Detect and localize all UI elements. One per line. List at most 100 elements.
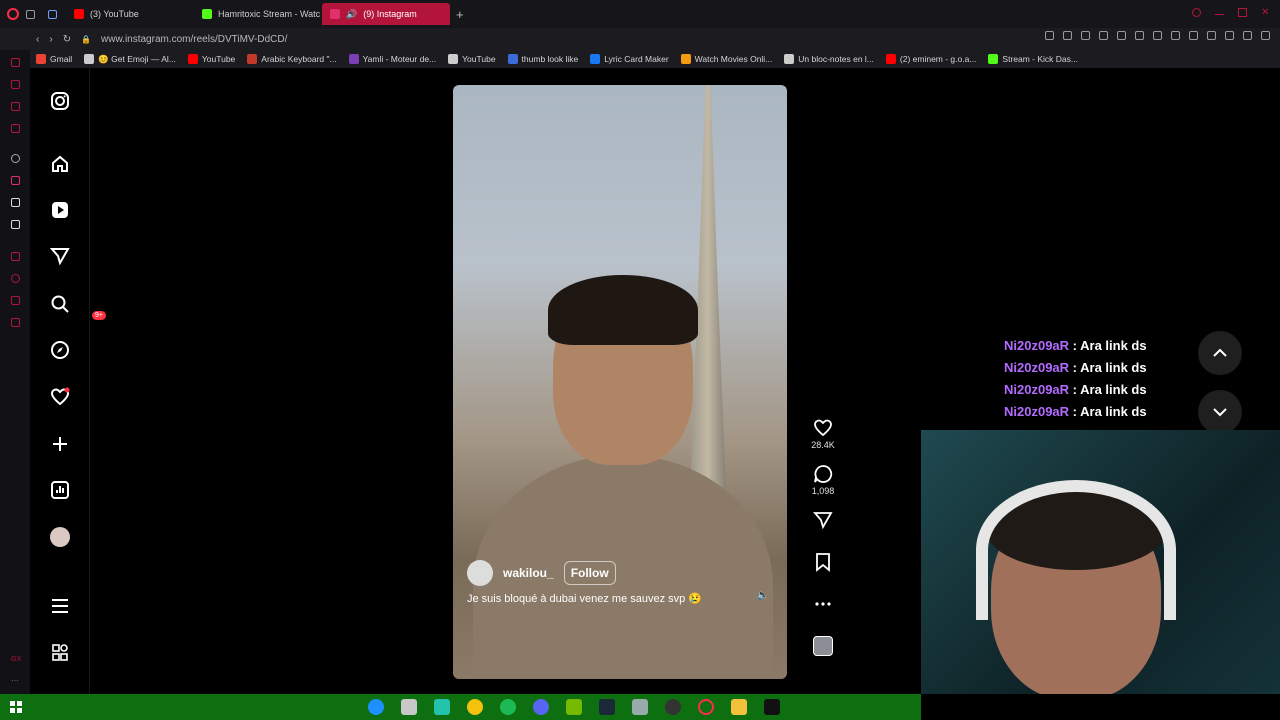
more-icon[interactable]: ··· (11, 676, 20, 685)
opera-gx-icon[interactable] (698, 699, 714, 715)
opera-logo-icon[interactable] (0, 8, 26, 20)
battery-icon[interactable] (1189, 31, 1198, 40)
explore-icon[interactable] (50, 340, 70, 360)
bookmark-lyric[interactable]: Lyric Card Maker (590, 54, 669, 64)
comment-icon[interactable] (813, 464, 833, 484)
news-icon[interactable] (11, 124, 20, 133)
instagram-sidebar-icon[interactable] (11, 176, 20, 185)
tiktok-icon[interactable] (11, 198, 20, 207)
previous-reel-button[interactable] (1198, 331, 1242, 375)
next-reel-button[interactable] (1198, 390, 1242, 434)
bookmark-label: thumb look like (521, 54, 579, 64)
maximize-icon[interactable] (1238, 8, 1247, 17)
instagram-logo-icon[interactable] (50, 91, 70, 111)
heart-icon[interactable] (1117, 31, 1126, 40)
search-tabs-icon[interactable] (1192, 8, 1201, 17)
home-icon[interactable] (50, 154, 70, 174)
volume-icon[interactable]: 🔈 (757, 590, 769, 601)
app-icon[interactable] (401, 699, 417, 715)
bookmark-eminem[interactable]: (2) eminem - g.o.a... (885, 54, 976, 64)
x-icon[interactable] (11, 220, 20, 229)
nvidia-icon[interactable] (566, 699, 582, 715)
facebook-icon (590, 54, 601, 64)
dashboard-icon[interactable] (50, 480, 70, 500)
tab-kick[interactable]: Hamritoxic Stream - Watc (194, 3, 322, 25)
snapshot-icon[interactable] (1081, 31, 1090, 40)
ai-icon[interactable] (1171, 31, 1180, 40)
extensions-icon[interactable] (1207, 31, 1216, 40)
bookmark-yamli[interactable]: Yamli - Moteur de... (348, 54, 436, 64)
author-username[interactable]: wakilou_ (503, 566, 554, 580)
tab-youtube[interactable]: (3) YouTube (66, 3, 194, 25)
chatgpt-icon[interactable] (11, 154, 20, 163)
bookmark-movies[interactable]: Watch Movies Onli... (680, 54, 772, 64)
menu-hamburger-icon[interactable] (50, 596, 70, 616)
feed-icon[interactable] (1153, 31, 1162, 40)
app-icon[interactable] (434, 699, 450, 715)
reel-video[interactable]: wakilou_ Follow Je suis bloqué à dubai v… (453, 85, 787, 679)
menu-icon[interactable] (1261, 31, 1270, 40)
windows-start-icon[interactable] (10, 701, 22, 713)
tab-manager-icon[interactable] (26, 9, 48, 19)
tab-instagram[interactable]: 🔊 (9) Instagram (322, 3, 450, 25)
bookmark-label: Stream - Kick Das... (1002, 54, 1078, 64)
messages-icon[interactable] (50, 246, 70, 266)
search-icon[interactable] (50, 294, 70, 314)
play-icon[interactable] (1135, 31, 1144, 40)
chat-line: Ni20z09aR : Ara link ds (1004, 382, 1147, 397)
save-bookmark-icon[interactable] (813, 552, 833, 572)
zoom-icon[interactable] (1045, 31, 1054, 40)
like-heart-icon[interactable] (813, 418, 833, 438)
forward-icon[interactable]: › (49, 34, 52, 45)
aria-icon[interactable] (11, 58, 20, 67)
steam-icon[interactable] (599, 699, 615, 715)
chat-line: Ni20z09aR : Ara link ds (1004, 360, 1147, 375)
discord-icon[interactable] (533, 699, 549, 715)
account-icon[interactable] (1225, 31, 1234, 40)
edge-icon[interactable] (368, 699, 384, 715)
download-icon[interactable] (1243, 31, 1252, 40)
bookmark-notes[interactable]: Un bloc-notes en l... (784, 54, 874, 64)
notifications-heart-icon[interactable] (50, 387, 70, 407)
whatsapp-icon[interactable] (11, 102, 20, 111)
bookmark-gmail[interactable]: Gmail (36, 54, 72, 64)
more-options-icon[interactable] (813, 594, 833, 614)
new-tab-button[interactable]: + (456, 7, 464, 22)
bell-icon[interactable] (11, 252, 20, 261)
messenger-icon[interactable] (11, 80, 20, 89)
bookmark-youtube[interactable]: YouTube (187, 54, 235, 64)
audio-thumbnail[interactable] (813, 636, 833, 656)
app-icon[interactable] (632, 699, 648, 715)
bookmark-youtube-2[interactable]: YouTube (448, 54, 496, 64)
bookmark-kick[interactable]: Stream - Kick Das... (988, 54, 1078, 64)
chrome-icon[interactable] (467, 699, 483, 715)
close-icon[interactable]: ✕ (1261, 8, 1270, 18)
follow-button[interactable]: Follow (563, 561, 616, 585)
spotify-icon[interactable] (500, 699, 516, 715)
bookmark-thumb[interactable]: thumb look like (507, 54, 579, 64)
obs-icon[interactable] (665, 699, 681, 715)
file-explorer-icon[interactable] (731, 699, 747, 715)
bookmark-label: YouTube (462, 54, 496, 64)
reels-icon[interactable] (50, 200, 70, 220)
share-icon[interactable] (813, 510, 833, 530)
more-apps-icon[interactable] (50, 643, 70, 663)
reload-icon[interactable]: ↻ (63, 34, 71, 45)
downloads-icon[interactable] (11, 296, 20, 305)
profile-avatar[interactable] (50, 527, 70, 547)
shield-icon[interactable] (1099, 31, 1108, 40)
minimize-icon[interactable] (1215, 14, 1224, 15)
extensions-sidebar-icon[interactable] (11, 318, 20, 327)
bookmark-arabic-keyboard[interactable]: Arabic Keyboard "... (247, 54, 337, 64)
gx-icon[interactable]: GX (11, 656, 21, 665)
speaker-icon[interactable]: 🔊 (346, 9, 357, 20)
task-manager-icon[interactable] (764, 699, 780, 715)
workspace-icon[interactable] (48, 9, 66, 19)
create-icon[interactable] (50, 434, 70, 454)
author-avatar[interactable] (467, 560, 493, 586)
back-icon[interactable]: ‹ (36, 34, 39, 45)
pin-icon[interactable] (1063, 31, 1072, 40)
url-field[interactable]: www.instagram.com/reels/DVTiMV-DdCD/ (101, 34, 287, 45)
history-icon[interactable] (11, 274, 20, 283)
bookmark-emoji[interactable]: 😊 Get Emoji — Al... (84, 54, 176, 65)
